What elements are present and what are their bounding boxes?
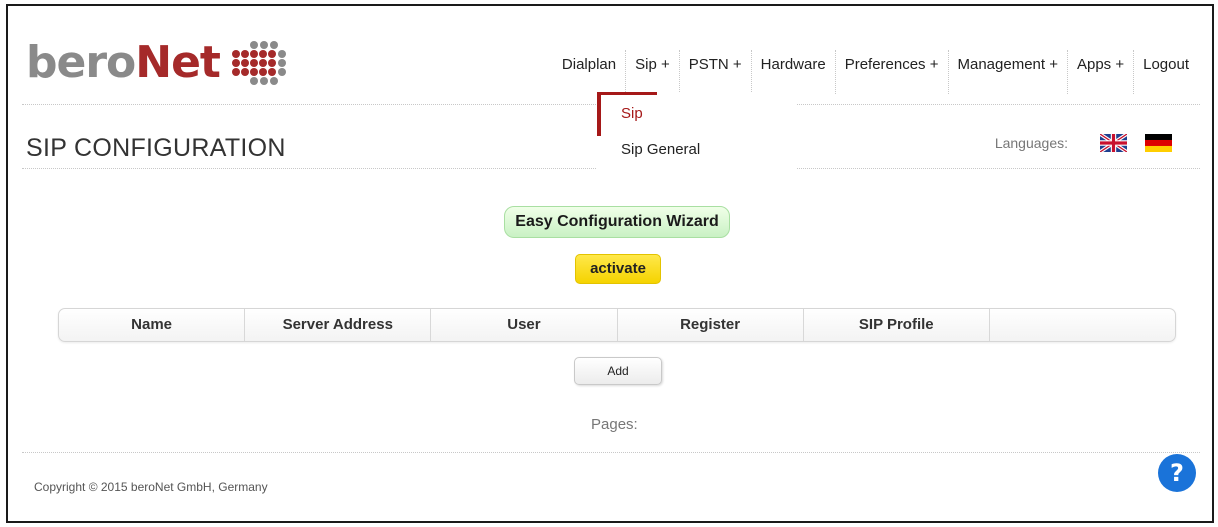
logo-text-bero: bero <box>26 37 136 88</box>
beronet-logo[interactable]: beroNet <box>26 38 288 88</box>
nav-item-sip[interactable]: Sip + <box>625 50 679 94</box>
dropdown-item-sip-general[interactable]: Sip General <box>597 136 797 172</box>
column-header-user[interactable]: User <box>431 309 618 341</box>
pagination-label: Pages: <box>591 416 638 433</box>
logo-dots-icon <box>231 41 286 85</box>
column-header-actions <box>990 309 1175 341</box>
nav-item-hardware[interactable]: Hardware <box>750 50 835 94</box>
logo-wordmark: beroNet <box>26 41 221 85</box>
sip-table-header: Name Server Address User Register SIP Pr… <box>58 308 1176 342</box>
nav-item-logout[interactable]: Logout <box>1133 50 1198 94</box>
german-flag-icon[interactable] <box>1145 134 1172 152</box>
help-icon[interactable]: ? <box>1158 454 1196 492</box>
copyright-text: Copyright © 2015 beroNet GmbH, Germany <box>34 480 268 494</box>
nav-item-pstn[interactable]: PSTN + <box>678 50 751 94</box>
nav-item-dialplan[interactable]: Dialplan <box>552 50 625 86</box>
languages-label: Languages: <box>994 135 1068 151</box>
column-header-name[interactable]: Name <box>59 309 246 341</box>
page-title: SIP CONFIGURATION <box>26 134 286 162</box>
footer-divider <box>22 452 1200 453</box>
easy-configuration-wizard-button[interactable]: Easy Configuration Wizard <box>504 206 730 238</box>
nav-item-apps[interactable]: Apps + <box>1066 50 1133 94</box>
activate-button[interactable]: activate <box>575 254 661 284</box>
nav-item-management[interactable]: Management + <box>947 50 1067 94</box>
app-frame: beroNet Dialplan Sip + PSTN + Hardware P… <box>6 4 1214 523</box>
add-button[interactable]: Add <box>574 357 662 385</box>
column-header-sip-profile[interactable]: SIP Profile <box>804 309 990 341</box>
dropdown-item-sip[interactable]: Sip <box>597 92 797 136</box>
logo-text-net: Net <box>135 37 221 88</box>
language-selector: Languages: <box>995 134 1172 152</box>
column-header-server-address[interactable]: Server Address <box>245 309 432 341</box>
main-nav: Dialplan Sip + PSTN + Hardware Preferenc… <box>552 50 1198 94</box>
uk-flag-icon[interactable] <box>1100 134 1127 152</box>
nav-item-preferences[interactable]: Preferences + <box>834 50 948 94</box>
sip-dropdown-menu: Sip Sip General <box>597 92 797 172</box>
column-header-register[interactable]: Register <box>618 309 804 341</box>
